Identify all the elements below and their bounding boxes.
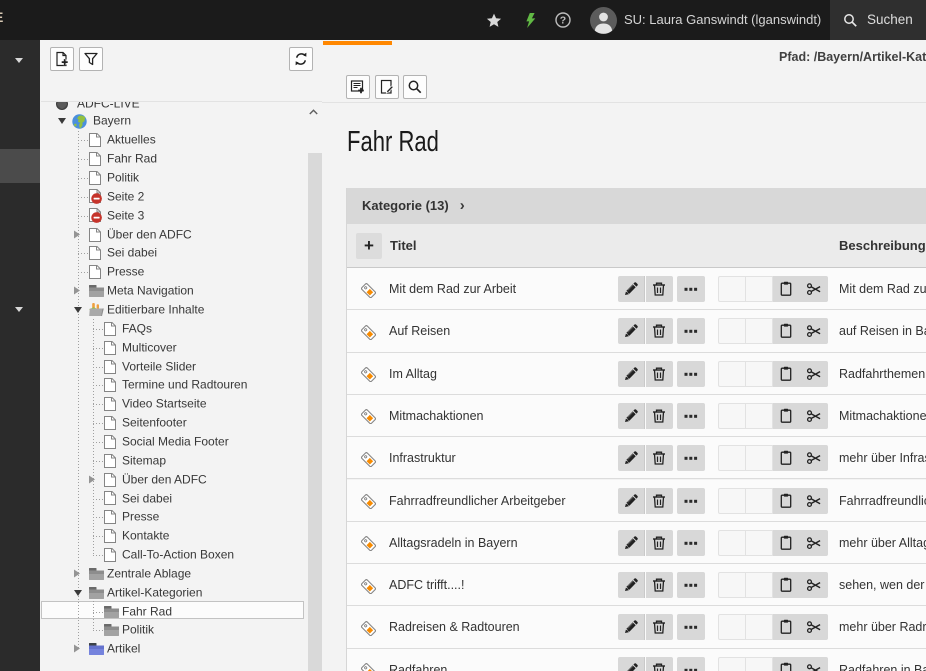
svg-text:?: ?: [560, 15, 566, 27]
